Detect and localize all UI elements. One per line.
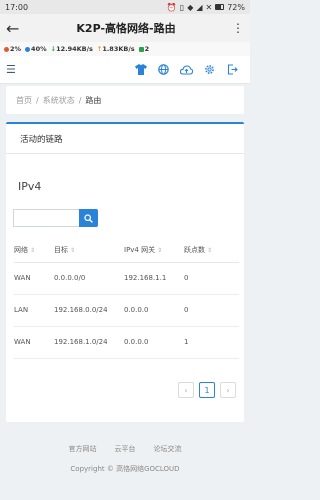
back-arrow-icon[interactable]: ← bbox=[6, 19, 26, 38]
section-title: IPv4 bbox=[18, 180, 42, 193]
devices-icon bbox=[138, 47, 144, 52]
globe-icon[interactable] bbox=[152, 60, 175, 79]
logout-icon[interactable] bbox=[221, 60, 244, 79]
official-site-link[interactable]: 官方网站 bbox=[69, 444, 97, 454]
settings-icon[interactable] bbox=[198, 60, 221, 79]
panel-title: 活动的链路 bbox=[6, 124, 244, 154]
shirt-icon[interactable] bbox=[129, 60, 152, 79]
cell-gateway: 0.0.0.0 bbox=[124, 294, 184, 327]
cloud-platform-link[interactable]: 云平台 bbox=[115, 444, 136, 454]
upload-stat: ↑1.83KB/s bbox=[96, 45, 135, 53]
more-menu-icon[interactable]: ⋮ bbox=[232, 21, 244, 35]
cell-metric: 0 bbox=[184, 294, 239, 327]
cell-network: WAN bbox=[14, 326, 54, 359]
search-icon bbox=[84, 213, 93, 223]
routes-table: 网络 ⇕ 目标 ⇕ IPv4 网关 ⇕ 跃点数 ⇕ WAN 0.0.0.0/0 192.… bbox=[14, 238, 239, 359]
cell-target: 192.168.1.0/24 bbox=[54, 326, 124, 359]
breadcrumb-status[interactable]: 系统状态 bbox=[43, 95, 75, 106]
search-input[interactable] bbox=[13, 209, 79, 227]
breadcrumb-separator: / bbox=[36, 95, 39, 105]
app-title: K2P-高恪网络-路由 bbox=[76, 22, 176, 35]
footer: 官方网站 云平台 论坛交流 Copyright © 高恪网络GOCLOUD bbox=[0, 444, 250, 474]
footer-links: 官方网站 云平台 论坛交流 bbox=[0, 444, 250, 454]
cell-gateway: 192.168.1.1 bbox=[124, 262, 184, 295]
pagination: ‹ 1 › bbox=[178, 382, 236, 398]
cloud-upload-icon[interactable] bbox=[175, 60, 198, 79]
column-header-gateway[interactable]: IPv4 网关 ⇕ bbox=[124, 238, 184, 263]
next-page-button[interactable]: › bbox=[220, 382, 236, 398]
breadcrumb-current: 路由 bbox=[85, 95, 102, 105]
cell-target: 192.168.0.0/24 bbox=[54, 294, 124, 327]
top-toolbar: ☰ bbox=[0, 56, 250, 84]
menu-toggle-icon[interactable]: ☰ bbox=[6, 63, 129, 76]
table-header-row: 网络 ⇕ 目标 ⇕ IPv4 网关 ⇕ 跃点数 ⇕ bbox=[14, 238, 239, 263]
breadcrumb-separator: / bbox=[78, 95, 82, 105]
search-button[interactable] bbox=[79, 209, 98, 227]
copyright: Copyright © 高恪网络GOCLOUD bbox=[70, 465, 180, 473]
column-header-network[interactable]: 网络 ⇕ bbox=[14, 238, 54, 263]
routes-panel: 活动的链路 IPv4 网络 ⇕ 目标 ⇕ IPv4 网关 ⇕ 跃点数 ⇕ WAN 0.0… bbox=[6, 122, 244, 422]
prev-page-button[interactable]: ‹ bbox=[178, 382, 194, 398]
cpu-icon bbox=[4, 47, 9, 52]
breadcrumb: 首页 / 系统状态 / 路由 bbox=[6, 86, 244, 114]
wifi-icon: ◆ bbox=[187, 2, 194, 12]
search-bar bbox=[13, 209, 98, 227]
vibrate-icon: ▯ bbox=[179, 2, 185, 12]
sort-icon[interactable]: ⇕ bbox=[70, 247, 75, 254]
cpu-stat: 2% bbox=[4, 45, 21, 53]
download-stat: ↓12.94KB/s bbox=[50, 45, 93, 53]
cell-target: 0.0.0.0/0 bbox=[54, 262, 124, 295]
column-header-target[interactable]: 目标 ⇕ bbox=[54, 238, 124, 263]
status-bar: 17:00 ⏰ ▯ ◆ ◢ ✕ 72% bbox=[0, 0, 250, 14]
table-row: LAN 192.168.0.0/24 0.0.0.0 0 bbox=[14, 294, 239, 327]
page-1-button[interactable]: 1 bbox=[199, 382, 215, 398]
cell-network: WAN bbox=[14, 262, 54, 295]
forum-link[interactable]: 论坛交流 bbox=[154, 444, 182, 454]
battery-icon bbox=[215, 4, 225, 10]
signal-icon: ◢ bbox=[196, 2, 203, 12]
users-stat: 2 bbox=[138, 45, 149, 53]
table-row: WAN 0.0.0.0/0 192.168.1.1 0 bbox=[14, 262, 239, 295]
sort-icon[interactable]: ⇕ bbox=[157, 247, 162, 254]
column-header-metric[interactable]: 跃点数 ⇕ bbox=[184, 238, 239, 263]
table-row: WAN 192.168.1.0/24 0.0.0.0 1 bbox=[14, 326, 239, 359]
alarm-icon: ⏰ bbox=[166, 2, 177, 12]
title-bar: ← K2P-高恪网络-路由 ⋮ bbox=[0, 14, 250, 42]
sort-icon[interactable]: ⇕ bbox=[30, 247, 35, 254]
breadcrumb-home[interactable]: 首页 bbox=[16, 95, 32, 106]
system-icons: ⏰ ▯ ◆ ◢ ✕ 72% bbox=[167, 3, 245, 12]
cell-network: LAN bbox=[14, 294, 54, 327]
no-signal-icon: ✕ bbox=[205, 2, 213, 12]
sort-icon[interactable]: ⇕ bbox=[207, 247, 212, 254]
cell-gateway: 0.0.0.0 bbox=[124, 326, 184, 359]
memory-icon bbox=[25, 47, 31, 52]
battery-level: 72% bbox=[227, 2, 245, 12]
memory-stat: 40% bbox=[25, 45, 47, 53]
status-time: 17:00 bbox=[5, 2, 29, 12]
cell-metric: 1 bbox=[184, 326, 239, 359]
cell-metric: 0 bbox=[184, 262, 239, 295]
stats-bar: 2% 40% ↓12.94KB/s ↑1.83KB/s 2 bbox=[0, 42, 250, 56]
